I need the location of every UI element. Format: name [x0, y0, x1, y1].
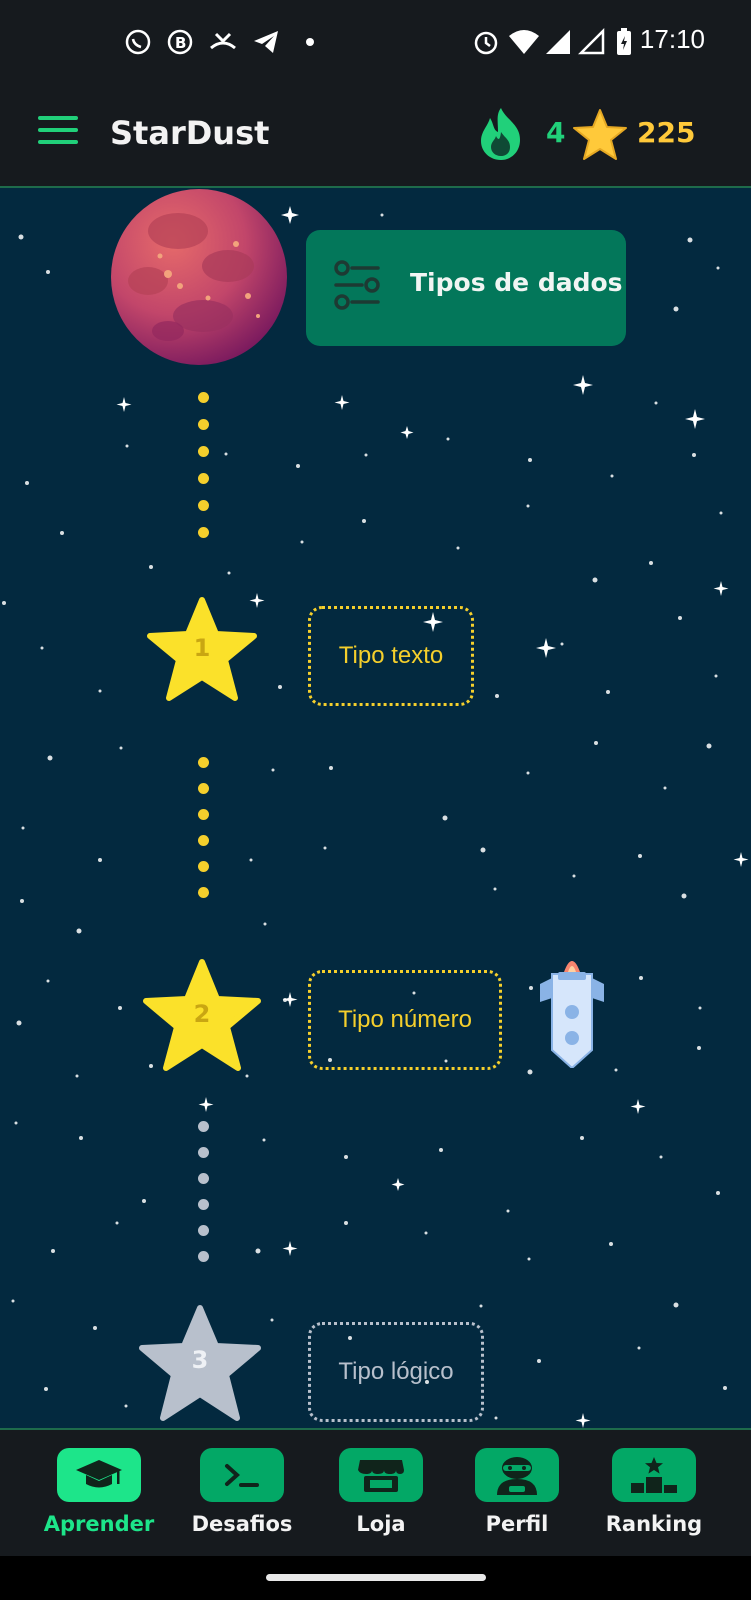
- battery-icon: [617, 28, 631, 55]
- lesson-title-box[interactable]: Tipo texto: [308, 606, 474, 706]
- path-dot: [198, 809, 209, 820]
- b-app-icon: B: [167, 29, 193, 55]
- nav-aprender[interactable]: Aprender: [34, 1448, 164, 1552]
- rocket-icon: [540, 961, 604, 1068]
- planet-icon: [111, 189, 287, 365]
- points-count: 225: [637, 116, 696, 149]
- graduation-cap-icon: [76, 1460, 122, 1488]
- sliders-icon: [334, 260, 380, 310]
- signal-icon: [546, 30, 570, 54]
- nav-label: Perfil: [485, 1512, 549, 1536]
- lesson-node-2[interactable]: 2: [142, 958, 262, 1074]
- bottom-nav: Aprender Desafios Loja Perfil Ranking: [0, 1428, 751, 1558]
- missed-call-icon: [210, 32, 236, 50]
- podium-icon: [631, 1457, 677, 1493]
- nav-label: Desafios: [191, 1512, 293, 1536]
- whatsapp-icon: [125, 29, 151, 55]
- path-dot: [198, 1147, 209, 1158]
- nav-ranking[interactable]: Ranking: [589, 1448, 719, 1552]
- path-dot: [198, 887, 209, 898]
- nav-button[interactable]: [612, 1448, 696, 1502]
- path-dot: [198, 446, 209, 457]
- nav-button[interactable]: [57, 1448, 141, 1502]
- menu-icon[interactable]: [38, 116, 78, 152]
- nav-label: Loja: [356, 1512, 406, 1536]
- lesson-title: Tipo número: [338, 1006, 472, 1033]
- nav-button[interactable]: [339, 1448, 423, 1502]
- path-dot: [198, 1173, 209, 1184]
- signal-empty-icon: [578, 28, 605, 55]
- module-card[interactable]: Tipos de dados: [306, 230, 626, 346]
- path-dot: [198, 419, 209, 430]
- notification-dot-icon: [306, 38, 314, 46]
- status-bar: B 17:10: [0, 0, 751, 86]
- nav-loja[interactable]: Loja: [316, 1448, 446, 1552]
- lesson-node-1[interactable]: 1: [146, 596, 258, 704]
- nav-button[interactable]: [200, 1448, 284, 1502]
- learning-path: Tipos de dados 1 Tipo texto 2 Tipo númer…: [0, 188, 751, 1428]
- lesson-node-3[interactable]: 3: [138, 1304, 262, 1424]
- app-bar: StarDust 4 225: [0, 86, 751, 188]
- profile-icon: [497, 1457, 537, 1495]
- lesson-number: 1: [193, 634, 211, 662]
- app-title: StarDust: [110, 114, 270, 152]
- lesson-number: 3: [191, 1346, 209, 1374]
- nav-label: Ranking: [605, 1512, 703, 1536]
- status-time: 17:10: [639, 24, 705, 54]
- path-dot: [198, 757, 209, 768]
- path-dot: [198, 473, 209, 484]
- lesson-title: Tipo lógico: [338, 1358, 454, 1385]
- lesson-title: Tipo texto: [338, 642, 444, 669]
- lesson-number: 2: [193, 1000, 211, 1028]
- nav-label: Aprender: [43, 1512, 155, 1536]
- lesson-title-box[interactable]: Tipo número: [308, 970, 502, 1070]
- path-dot: [198, 783, 209, 794]
- path-dot: [198, 1199, 209, 1210]
- path-dot: [198, 835, 209, 846]
- path-dot: [198, 1121, 209, 1132]
- flame-icon: [481, 108, 520, 160]
- gesture-bar: [0, 1556, 751, 1600]
- path-dot: [198, 1251, 209, 1262]
- path-dot: [198, 527, 209, 538]
- streak-count: 4: [546, 116, 566, 149]
- module-title: Tipos de dados: [410, 268, 623, 297]
- nav-button[interactable]: [475, 1448, 559, 1502]
- path-dot: [198, 1225, 209, 1236]
- starfield: [2, 199, 749, 1428]
- telegram-icon: [254, 31, 278, 53]
- path-dot: [198, 861, 209, 872]
- path-dot: [198, 392, 209, 403]
- wifi-icon: [509, 30, 539, 54]
- points-star-icon: [573, 109, 627, 160]
- lesson-title-box[interactable]: Tipo lógico: [308, 1322, 484, 1422]
- nav-desafios[interactable]: Desafios: [177, 1448, 307, 1552]
- store-icon: [358, 1460, 404, 1492]
- nav-perfil[interactable]: Perfil: [452, 1448, 582, 1552]
- alarm-icon: [474, 31, 498, 55]
- path-dot: [198, 500, 209, 511]
- home-indicator[interactable]: [266, 1574, 486, 1581]
- terminal-icon: [225, 1464, 259, 1487]
- svg-text:B: B: [175, 34, 186, 52]
